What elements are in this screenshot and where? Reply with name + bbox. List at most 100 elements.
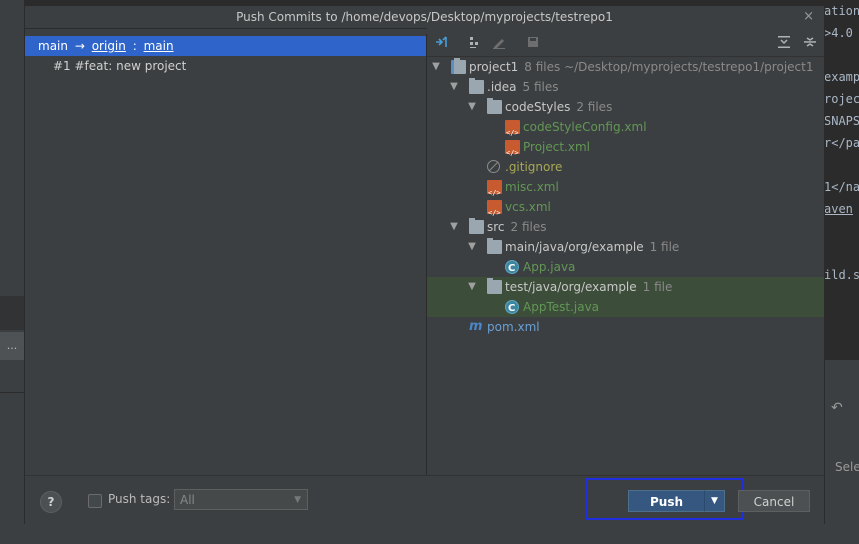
ide-left-tool-button[interactable]: ... <box>0 332 24 360</box>
cancel-button[interactable]: Cancel <box>738 490 810 512</box>
tree-node-count: 2 files <box>510 220 547 234</box>
tree-node-count: 5 files <box>522 80 559 94</box>
dialog-title: Push Commits to /home/devops/Desktop/myp… <box>236 10 613 24</box>
tree-row-app-java[interactable]: App.java <box>427 257 824 279</box>
right-bottom-label: Sele <box>835 460 859 474</box>
dialog-titlebar: Push Commits to /home/devops/Desktop/myp… <box>25 6 824 29</box>
push-commits-dialog: Push Commits to /home/devops/Desktop/myp… <box>24 5 825 524</box>
tree-node-label: vcs.xml <box>505 200 551 214</box>
tree-node-label: .gitignore <box>505 160 563 174</box>
editor-line: aven <box>824 202 853 216</box>
show-diff-icon[interactable] <box>433 34 449 50</box>
local-branch: main <box>38 39 68 53</box>
close-icon[interactable]: × <box>803 6 814 28</box>
chevron-down-icon[interactable]: ▼ <box>467 277 477 297</box>
dialog-footer: ? Push tags: All ▼ Push ▼ Cancel <box>25 475 824 524</box>
chevron-down-icon[interactable]: ▼ <box>431 57 441 77</box>
tree-node-count: 1 file <box>642 280 673 294</box>
tree-node-count: 2 files <box>576 100 613 114</box>
push-tags-checkbox[interactable] <box>88 494 102 508</box>
editor-line: 1</na <box>824 180 859 194</box>
maven-icon: m <box>469 319 483 334</box>
push-button[interactable]: Push <box>628 490 704 512</box>
tree-node-label: Project.xml <box>523 140 590 154</box>
remote-branch-link[interactable]: main <box>144 36 174 56</box>
tree-row-codestyleconfig[interactable]: codeStyleConfig.xml <box>427 117 824 143</box>
branch-push-row[interactable]: main → origin : main <box>25 36 426 56</box>
editor-line: rojec <box>824 92 859 106</box>
collapse-all-icon[interactable] <box>802 34 818 50</box>
tree-row-project1[interactable]: ▼ project1 8 files ~/Desktop/myprojects/t… <box>427 57 824 77</box>
commit-item[interactable]: #1 #feat: new project <box>53 56 186 76</box>
editor-line: ild.s <box>824 268 859 282</box>
chevron-down-icon: ▼ <box>711 496 718 506</box>
push-dropdown-button[interactable]: ▼ <box>704 490 725 512</box>
editor-line: >4.0 <box>824 26 853 40</box>
tree-node-label: main/java/org/example <box>505 240 644 254</box>
expand-all-icon[interactable] <box>776 34 792 50</box>
changes-toolbar <box>427 28 824 57</box>
tree-row-test-package[interactable]: ▼ test/java/org/example 1 file <box>427 277 824 297</box>
ide-right-bottom: ↶ Sele <box>825 360 859 544</box>
tree-node-label: AppTest.java <box>523 300 600 314</box>
separator: : <box>132 39 137 53</box>
editor-line: r</pa <box>824 136 859 150</box>
remote-link[interactable]: origin <box>92 36 126 56</box>
tree-row-codestyles[interactable]: ▼ codeStyles 2 files <box>427 97 824 117</box>
tree-node-count: 1 file <box>649 240 680 254</box>
push-tags-select[interactable]: All ▼ <box>174 489 308 510</box>
chevron-down-icon[interactable]: ▼ <box>467 97 477 117</box>
edit-icon[interactable] <box>491 34 507 50</box>
tree-row-main-package[interactable]: ▼ main/java/org/example 1 file <box>427 237 824 257</box>
tree-node-label: codeStyles <box>505 100 571 114</box>
tree-row-src[interactable]: ▼ src 2 files <box>427 217 824 237</box>
undo-icon[interactable]: ↶ <box>831 400 843 416</box>
ide-left-band <box>0 296 24 330</box>
folder-icon <box>469 218 484 234</box>
ide-editor-peek: ation >4.0 examp rojec SNAPS r</pa 1</na… <box>820 0 859 360</box>
tree-node-count: 8 files ~/Desktop/myprojects/testrepo1/p… <box>524 60 814 74</box>
folder-icon <box>487 98 502 114</box>
xml-file-icon <box>487 180 502 203</box>
changes-pane: ▼ project1 8 files ~/Desktop/myprojects/t… <box>427 28 824 475</box>
gitignore-file-icon <box>487 160 500 173</box>
tree-node-label: codeStyleConfig.xml <box>523 120 647 134</box>
tree-row-pom-xml[interactable]: m pom.xml <box>427 317 824 337</box>
editor-line: SNAPS <box>824 114 859 128</box>
tree-node-label: misc.xml <box>505 180 559 194</box>
tree-row-misc-xml[interactable]: misc.xml <box>427 177 824 203</box>
xml-file-icon <box>505 140 520 163</box>
push-arrow: → <box>74 39 85 53</box>
commits-pane: main → origin : main #1 #feat: new proje… <box>25 34 427 475</box>
push-tags-value: All <box>180 493 195 507</box>
editor-line: examp <box>824 70 859 84</box>
tree-node-label: .idea <box>487 80 517 94</box>
module-folder-icon <box>451 58 466 74</box>
tree-node-label: test/java/org/example <box>505 280 637 294</box>
push-tags-label: Push tags: <box>108 492 171 506</box>
chevron-down-icon[interactable]: ▼ <box>467 237 477 257</box>
help-button[interactable]: ? <box>40 491 62 513</box>
folder-icon <box>469 78 484 94</box>
java-class-icon <box>505 259 519 279</box>
java-class-icon <box>505 299 519 319</box>
chevron-down-icon: ▼ <box>294 495 301 505</box>
tree-node-label: pom.xml <box>487 320 540 334</box>
group-by-icon[interactable] <box>467 34 483 50</box>
xml-file-icon <box>505 120 520 143</box>
tree-row-vcs-xml[interactable]: vcs.xml <box>427 197 824 223</box>
tree-node-label: App.java <box>523 260 576 274</box>
tree-node-label: src <box>487 220 505 234</box>
tree-row-gitignore[interactable]: .gitignore <box>427 157 824 177</box>
folder-icon <box>487 278 502 294</box>
save-icon[interactable] <box>525 34 541 50</box>
chevron-down-icon[interactable]: ▼ <box>449 217 459 237</box>
tree-row-project-xml[interactable]: Project.xml <box>427 137 824 163</box>
tree-node-label: project1 <box>469 60 519 74</box>
folder-icon <box>487 238 502 254</box>
tree-row-idea[interactable]: ▼ .idea 5 files <box>427 77 824 97</box>
editor-line: ation <box>824 4 859 18</box>
xml-file-icon <box>487 200 502 223</box>
tree-row-apptest-java[interactable]: AppTest.java <box>427 297 824 319</box>
chevron-down-icon[interactable]: ▼ <box>449 77 459 97</box>
